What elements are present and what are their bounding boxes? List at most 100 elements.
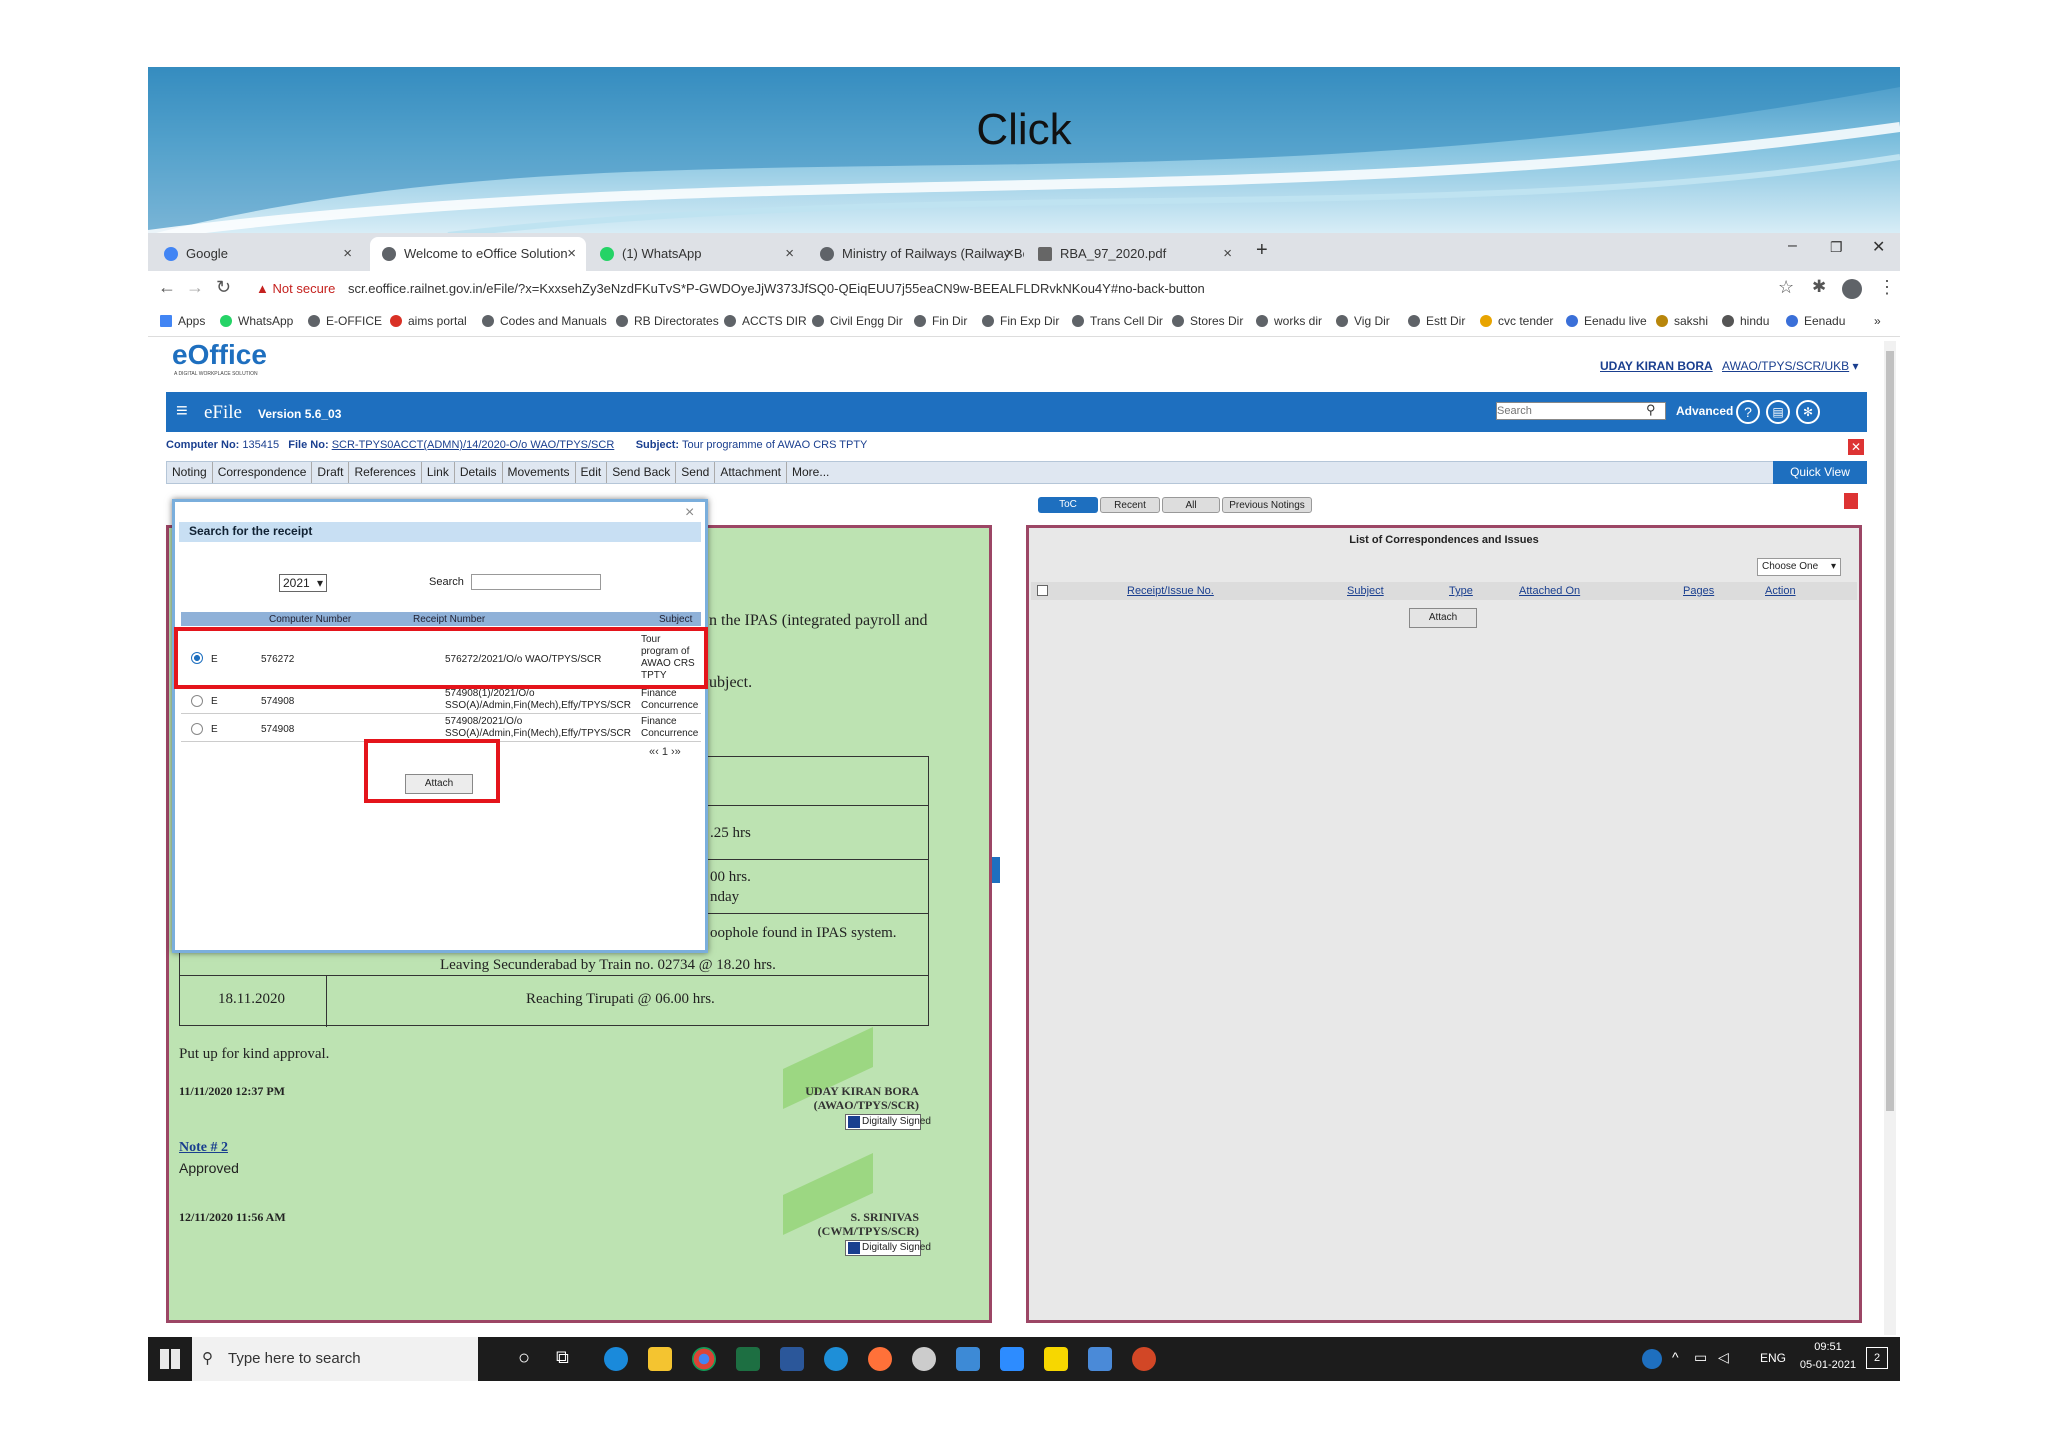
profile-icon[interactable] (1842, 279, 1862, 299)
column-header[interactable]: Action (1765, 585, 1796, 597)
notifications-icon[interactable]: 2 (1866, 1347, 1888, 1369)
language-indicator[interactable]: ENG (1760, 1351, 1786, 1365)
tab-google[interactable]: Google × (152, 237, 362, 271)
minimize-button[interactable]: – (1788, 237, 1797, 255)
bookmark-item[interactable]: Civil Engg Dir (812, 314, 903, 328)
receipt-search-input[interactable] (471, 574, 601, 590)
menu-noting[interactable]: Noting (167, 462, 213, 483)
bookmark-item[interactable]: Trans Cell Dir (1072, 314, 1163, 328)
tab-previous-notings[interactable]: Previous Notings (1222, 497, 1312, 513)
new-tab-button[interactable]: + (1256, 239, 1268, 262)
settings-icon[interactable]: ✻ (1796, 400, 1820, 424)
app-icon[interactable] (956, 1347, 980, 1371)
menu-attachment[interactable]: Attachment (715, 462, 788, 483)
extensions-icon[interactable]: ✱ (1812, 277, 1826, 297)
column-header[interactable]: Pages (1683, 585, 1714, 597)
attach-button[interactable]: Attach (1409, 608, 1477, 628)
chrome-icon[interactable] (692, 1347, 716, 1371)
quick-view-button[interactable]: Quick View (1773, 461, 1867, 484)
windows-start-icon[interactable] (160, 1349, 180, 1369)
bookmark-item[interactable]: Eenadu live (1566, 314, 1647, 328)
search-input[interactable] (1496, 402, 1666, 420)
edge-icon[interactable] (604, 1347, 628, 1371)
sticky-notes-icon[interactable] (1044, 1347, 1068, 1371)
not-secure-badge[interactable]: ▲ Not secure (256, 281, 335, 296)
bookmark-item[interactable]: WhatsApp (220, 314, 293, 328)
column-header[interactable]: Receipt/Issue No. (1127, 585, 1214, 597)
volume-icon[interactable]: ◁ (1718, 1349, 1729, 1366)
help-icon[interactable] (1642, 1349, 1662, 1369)
note-2-link[interactable]: Note # 2 (179, 1140, 228, 1156)
close-file-icon[interactable]: ✕ (1848, 439, 1864, 455)
bookmark-item[interactable]: RB Directorates (616, 314, 719, 328)
excel-icon[interactable] (736, 1347, 760, 1371)
taskbar-search[interactable]: ⚲ Type here to search (192, 1337, 478, 1381)
restore-button[interactable]: ❐ (1830, 239, 1843, 256)
close-icon[interactable]: × (1005, 237, 1014, 271)
bookmark-item[interactable]: works dir (1256, 314, 1322, 328)
powerpoint-icon[interactable] (1132, 1347, 1156, 1371)
firefox-icon[interactable] (868, 1347, 892, 1371)
select-all-checkbox[interactable] (1037, 585, 1048, 596)
radio-button[interactable] (191, 695, 203, 707)
close-window-button[interactable]: ✕ (1872, 237, 1885, 257)
menu-correspondence[interactable]: Correspondence (213, 462, 313, 483)
help-icon[interactable]: ? (1736, 400, 1760, 424)
menu-references[interactable]: References (349, 462, 422, 483)
menu-more[interactable]: More... (787, 462, 834, 483)
zoom-icon[interactable] (1000, 1347, 1024, 1371)
url-field[interactable]: scr.eoffice.railnet.gov.in/eFile/?x=Kxxs… (348, 281, 1828, 296)
tab-all[interactable]: All (1162, 497, 1220, 513)
receipt-row[interactable]: E 574908 574908(1)/2021/O/o SSO(A)/Admin… (181, 688, 701, 714)
reload-icon[interactable]: ↻ (216, 277, 231, 298)
menu-dots-icon[interactable]: ⋮ (1878, 277, 1896, 298)
bookmark-item[interactable]: Fin Dir (914, 314, 967, 328)
forward-icon[interactable]: → (186, 277, 204, 298)
column-header[interactable]: Type (1449, 585, 1473, 597)
bookmark-item[interactable]: cvc tender (1480, 314, 1553, 328)
document-icon[interactable]: ▤ (1766, 400, 1790, 424)
cortana-icon[interactable]: ○ (518, 1347, 530, 1370)
tab-toc[interactable]: ToC (1038, 497, 1098, 513)
column-header[interactable]: Attached On (1519, 585, 1580, 597)
back-icon[interactable]: ← (158, 277, 176, 298)
task-view-icon[interactable]: ⧉ (556, 1347, 569, 1368)
choose-one-select[interactable]: Choose One ▾ (1757, 558, 1841, 576)
bookmark-item[interactable]: ACCTS DIR (724, 314, 807, 328)
bookmark-item[interactable]: Fin Exp Dir (982, 314, 1059, 328)
bookmark-item[interactable]: Stores Dir (1172, 314, 1243, 328)
menu-send-back[interactable]: Send Back (607, 462, 677, 483)
column-header[interactable]: Subject (1347, 585, 1384, 597)
pagination[interactable]: «‹ 1 ›» (649, 746, 681, 758)
internet-explorer-icon[interactable] (824, 1347, 848, 1371)
bookmark-item[interactable]: Codes and Manuals (482, 314, 607, 328)
clock-date[interactable]: 05-01-2021 (1796, 1359, 1860, 1371)
menu-edit[interactable]: Edit (576, 462, 608, 483)
close-icon[interactable]: × (685, 504, 694, 522)
hamburger-icon[interactable]: ≡ (176, 400, 188, 423)
settings-icon[interactable] (912, 1347, 936, 1371)
file-explorer-icon[interactable] (648, 1347, 672, 1371)
bookmark-item[interactable]: Eenadu (1786, 314, 1845, 328)
menu-link[interactable]: Link (422, 462, 455, 483)
tab-recent[interactable]: Recent (1100, 497, 1160, 513)
tab-pdf[interactable]: RBA_97_2020.pdf × (1026, 237, 1242, 271)
star-icon[interactable]: ☆ (1778, 277, 1794, 298)
tab-ministry[interactable]: Ministry of Railways (Railway Boa × (808, 237, 1024, 271)
pdf-export-icon[interactable] (1844, 493, 1858, 509)
pane-splitter-handle[interactable] (992, 857, 1000, 883)
scrollbar-thumb[interactable] (1886, 351, 1894, 1111)
menu-draft[interactable]: Draft (312, 462, 350, 483)
word-icon[interactable] (780, 1347, 804, 1371)
menu-movements[interactable]: Movements (503, 462, 576, 483)
close-icon[interactable]: × (567, 237, 576, 271)
bookmark-item[interactable]: Vig Dir (1336, 314, 1390, 328)
year-select[interactable]: 2021 ▾ (279, 574, 327, 592)
tab-eoffice[interactable]: Welcome to eOffice Solution × (370, 237, 586, 271)
bookmark-item[interactable]: Estt Dir (1408, 314, 1465, 328)
close-icon[interactable]: × (1223, 237, 1232, 271)
file-no-link[interactable]: SCR-TPYS0ACCT(ADMN)/14/2020-O/o WAO/TPYS… (332, 439, 615, 451)
clock-time[interactable]: 09:51 (1798, 1341, 1858, 1353)
close-icon[interactable]: × (785, 237, 794, 271)
network-icon[interactable]: ▭ (1694, 1349, 1707, 1366)
